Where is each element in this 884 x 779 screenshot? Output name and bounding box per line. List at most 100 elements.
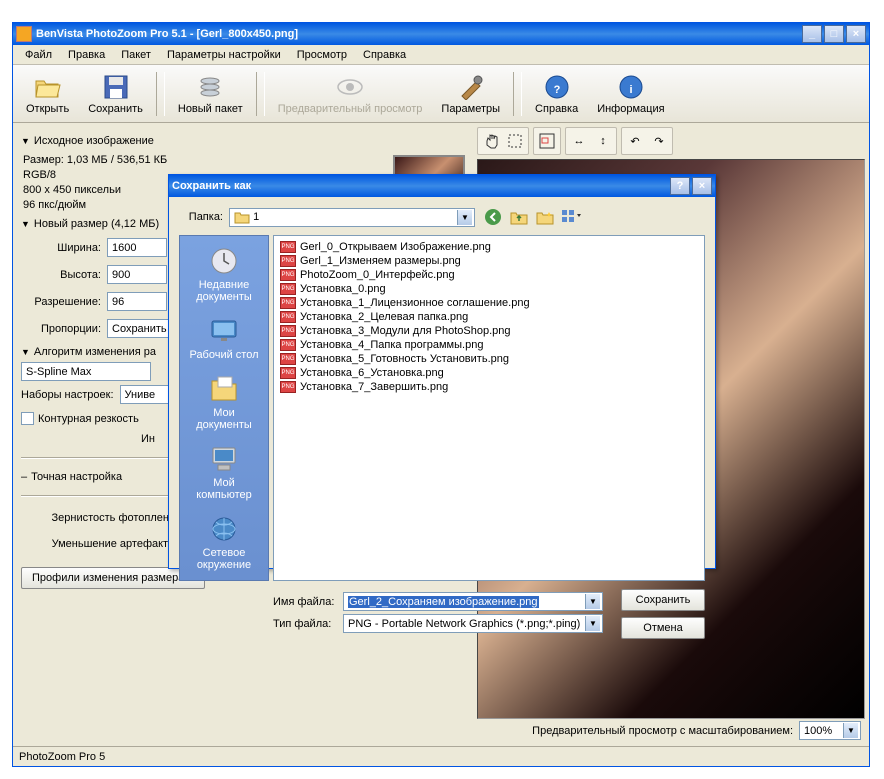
filename-label: Имя файла: xyxy=(273,596,343,608)
status-text: PhotoZoom Pro 5 xyxy=(19,751,105,763)
new-folder-icon[interactable] xyxy=(535,207,555,227)
floppy-save-icon xyxy=(102,73,130,101)
folder-label: Папка: xyxy=(179,211,229,223)
file-item[interactable]: PNGУстановка_5_Готовность Установить.png xyxy=(278,352,700,366)
menu-file[interactable]: Файл xyxy=(17,47,60,63)
rotate-right-icon[interactable]: ↷ xyxy=(648,130,670,152)
svg-text:i: i xyxy=(629,84,632,96)
save-title: Сохранить как xyxy=(172,180,670,192)
tb-info[interactable]: i Информация xyxy=(588,68,673,120)
minimize-button[interactable]: _ xyxy=(802,25,822,43)
png-file-icon: PNG xyxy=(280,381,296,393)
navigator-icon[interactable] xyxy=(536,130,558,152)
tb-preview[interactable]: Предварительный просмотр xyxy=(269,68,432,120)
menu-settings[interactable]: Параметры настройки xyxy=(159,47,289,63)
tools-icon xyxy=(457,73,485,101)
file-item[interactable]: PNGУстановка_6_Установка.png xyxy=(278,366,700,380)
width-label: Ширина: xyxy=(21,242,107,254)
rotate-left-icon[interactable]: ↶ xyxy=(624,130,646,152)
source-header[interactable]: ▼Исходное изображение xyxy=(21,135,465,147)
filetype-label: Тип файла: xyxy=(273,618,343,630)
filetype-combo[interactable]: PNG - Portable Network Graphics (*.png;*… xyxy=(343,614,603,633)
help-icon: ? xyxy=(543,73,571,101)
file-item[interactable]: PNG Установка_0.png xyxy=(278,282,700,296)
close-button[interactable]: × xyxy=(846,25,866,43)
nav-toolbar: ↔ ↕ ↶ ↷ xyxy=(477,127,865,155)
save-titlebar: Сохранить как ? × xyxy=(169,175,715,197)
width-input[interactable] xyxy=(107,238,167,257)
menu-edit[interactable]: Правка xyxy=(60,47,113,63)
zoom-label: Предварительный просмотр с масштабирован… xyxy=(532,725,793,737)
menu-help[interactable]: Справка xyxy=(355,47,414,63)
tb-batch[interactable]: Новый пакет xyxy=(169,68,252,120)
filename-combo[interactable]: Gerl_2_Сохраняем изображение.png▼ xyxy=(343,592,603,611)
views-icon[interactable] xyxy=(561,207,581,227)
menu-view[interactable]: Просмотр xyxy=(289,47,355,63)
svg-text:?: ? xyxy=(553,84,560,96)
tb-preview-label: Предварительный просмотр xyxy=(278,103,423,115)
fit-width-icon[interactable]: ↔ xyxy=(568,130,590,152)
save-close-button[interactable]: × xyxy=(692,177,712,195)
source-size: Размер: 1,03 МБ / 536,51 КБ xyxy=(21,154,393,166)
tb-params[interactable]: Параметры xyxy=(432,68,509,120)
folder-open-icon xyxy=(34,73,62,101)
algo-method-combo[interactable]: S-Spline Max xyxy=(21,362,151,381)
tb-open[interactable]: Открыть xyxy=(17,68,78,120)
file-item[interactable]: PNGGerl_1_Изменяем размеры.png xyxy=(278,254,700,268)
file-name: PhotoZoom_0_Интерфейс.png xyxy=(300,269,455,281)
file-name: Gerl_0_Открываем Изображение.png xyxy=(300,241,491,253)
height-input[interactable] xyxy=(107,265,167,284)
place-recent[interactable]: Недавние документы xyxy=(182,242,266,306)
folder-combo[interactable]: 1 ▼ xyxy=(229,208,475,227)
place-mydocs[interactable]: Мои документы xyxy=(182,370,266,434)
file-item[interactable]: PNG Установка_3_Модули для PhotoShop.png xyxy=(278,324,700,338)
grain-label: Зернистость фотопленки: xyxy=(21,512,191,524)
png-file-icon: PNG xyxy=(280,311,296,323)
place-desktop[interactable]: Рабочий стол xyxy=(186,312,261,364)
dialog-cancel-button[interactable]: Отмена xyxy=(621,617,705,639)
proportions-combo[interactable]: Сохранить xyxy=(107,319,177,338)
file-item[interactable]: PNGУстановка_4_Папка программы.png xyxy=(278,338,700,352)
place-mycomp[interactable]: Мой компьютер xyxy=(182,440,266,504)
main-titlebar: BenVista PhotoZoom Pro 5.1 - [Gerl_800x4… xyxy=(13,23,869,45)
save-help-button[interactable]: ? xyxy=(670,177,690,195)
tb-info-label: Информация xyxy=(597,103,664,115)
height-label: Высота: xyxy=(21,269,107,281)
tb-save[interactable]: Сохранить xyxy=(79,68,152,120)
maximize-button[interactable]: □ xyxy=(824,25,844,43)
fit-height-icon[interactable]: ↕ xyxy=(592,130,614,152)
file-list[interactable]: PNGGerl_0_Открываем Изображение.pngPNGGe… xyxy=(273,235,705,581)
file-name: Установка_7_Завершить.png xyxy=(300,381,448,393)
info-icon: i xyxy=(617,73,645,101)
back-icon[interactable] xyxy=(483,207,503,227)
zoom-combo[interactable]: 100%▼ xyxy=(799,721,861,740)
contour-checkbox[interactable] xyxy=(21,412,34,425)
dialog-save-button[interactable]: Сохранить xyxy=(621,589,705,611)
file-item[interactable]: PNGУстановка_2_Целевая папка.png xyxy=(278,310,700,324)
png-file-icon: PNG xyxy=(280,325,296,337)
png-file-icon: PNG xyxy=(280,255,296,267)
up-folder-icon[interactable] xyxy=(509,207,529,227)
file-name: Установка_0.png xyxy=(300,283,386,295)
tb-help[interactable]: ? Справка xyxy=(526,68,587,120)
tb-save-label: Сохранить xyxy=(88,103,143,115)
presets-combo[interactable]: Униве xyxy=(120,385,170,404)
places-bar: Недавние документы Рабочий стол Мои доку… xyxy=(179,235,269,581)
save-dialog: Сохранить как ? × Папка: 1 ▼ Нед xyxy=(168,174,716,569)
file-item[interactable]: PNGУстановка_1_Лицензионное соглашение.p… xyxy=(278,296,700,310)
proportions-label: Пропорции: xyxy=(21,323,107,335)
png-file-icon: PNG xyxy=(280,283,296,295)
file-item[interactable]: PNGPhotoZoom_0_Интерфейс.png xyxy=(278,268,700,282)
hand-tool-icon[interactable] xyxy=(480,130,502,152)
app-icon xyxy=(16,26,32,42)
resolution-input[interactable] xyxy=(107,292,167,311)
file-item[interactable]: PNG Установка_7_Завершить.png xyxy=(278,380,700,394)
place-network[interactable]: Сетевое окружение xyxy=(182,510,266,574)
app-title: BenVista PhotoZoom Pro 5.1 - [Gerl_800x4… xyxy=(36,28,802,40)
png-file-icon: PNG xyxy=(280,367,296,379)
file-item[interactable]: PNGGerl_0_Открываем Изображение.png xyxy=(278,240,700,254)
menu-batch[interactable]: Пакет xyxy=(113,47,159,63)
resize-profiles-button[interactable]: Профили изменения размера... xyxy=(21,567,205,589)
file-name: Установка_3_Модули для PhotoShop.png xyxy=(300,325,511,337)
marquee-tool-icon[interactable] xyxy=(504,130,526,152)
